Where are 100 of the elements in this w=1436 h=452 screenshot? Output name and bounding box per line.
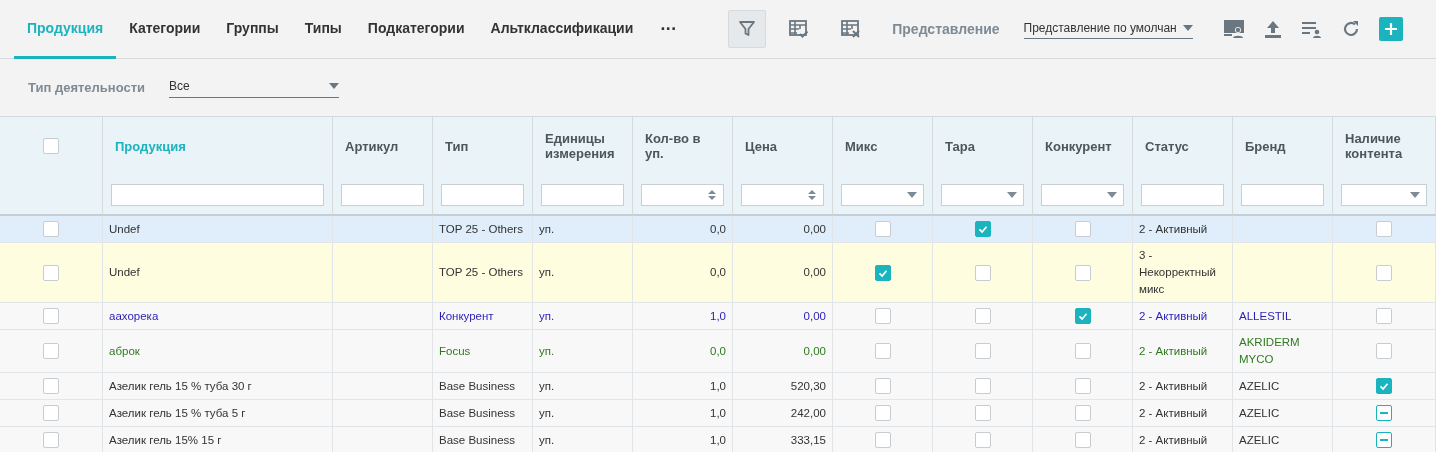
content-checkbox[interactable]: [1376, 221, 1392, 237]
checkbox[interactable]: [874, 221, 891, 237]
table-cell-text: 0,0: [710, 343, 726, 359]
list-user-icon[interactable]: [1300, 20, 1323, 38]
column-header[interactable]: Цена: [745, 138, 777, 154]
tab[interactable]: Типы: [291, 0, 355, 59]
table-cell-text: 2 - Активный: [1139, 221, 1208, 237]
table-cell-text: AKRIDERM MYCO: [1239, 335, 1301, 367]
checkbox[interactable]: [874, 378, 891, 394]
row-checkbox[interactable]: [43, 264, 59, 281]
checkbox[interactable]: [1074, 308, 1091, 324]
checkbox[interactable]: [974, 308, 991, 324]
content-checkbox[interactable]: [1376, 264, 1392, 281]
select-all-checkbox[interactable]: [43, 138, 59, 154]
content-checkbox[interactable]: [1376, 405, 1392, 421]
checkbox[interactable]: [874, 432, 891, 448]
table-cell-text: Undef: [109, 265, 140, 280]
checkbox[interactable]: [874, 405, 891, 421]
column-header[interactable]: Статус: [1145, 138, 1189, 154]
filter-field[interactable]: [1241, 183, 1324, 206]
table-cell-text: 520,30: [790, 378, 826, 394]
tab[interactable]: Альтклассификации: [477, 0, 647, 59]
checkbox[interactable]: [1074, 432, 1091, 448]
filter-icon[interactable]: [728, 10, 767, 48]
table-cell-text: Азелик гель 15% 15 г: [109, 432, 222, 448]
table-cell-text: уп.: [539, 308, 555, 324]
dropdown-filter[interactable]: [941, 183, 1024, 206]
dash-icon: [1380, 439, 1388, 441]
content-checkbox[interactable]: [1376, 432, 1392, 448]
user-card-icon[interactable]: [1222, 19, 1245, 39]
checkbox[interactable]: [974, 343, 991, 359]
content-checkbox[interactable]: [1376, 378, 1392, 394]
row-checkbox[interactable]: [43, 432, 59, 448]
column-header[interactable]: Артикул: [345, 138, 399, 154]
table-cell-text: 3 - Некорректный микс: [1139, 248, 1217, 297]
column-header[interactable]: Бренд: [1245, 138, 1286, 154]
checkbox[interactable]: [1074, 405, 1091, 421]
checkbox[interactable]: [874, 264, 891, 281]
table-cell-text: 2 - Активный: [1139, 405, 1208, 421]
checkbox[interactable]: [1074, 221, 1091, 237]
row-checkbox[interactable]: [43, 405, 59, 421]
content-checkbox[interactable]: [1376, 308, 1392, 324]
table-cell-text: 1,0: [710, 378, 726, 394]
table-cell-text: уп.: [539, 405, 555, 421]
caret-icon: [1182, 25, 1193, 31]
view-label: Представление: [892, 21, 1000, 37]
filter-field[interactable]: [341, 183, 424, 206]
table-cell-text: 2 - Активный: [1139, 343, 1208, 359]
row-checkbox[interactable]: [43, 308, 59, 324]
table-cell-text: 0,00: [803, 265, 826, 280]
column-header[interactable]: Микс: [845, 138, 878, 154]
table-cell-text: 2 - Активный: [1139, 432, 1208, 448]
checkbox[interactable]: [1074, 264, 1091, 281]
checkbox[interactable]: [974, 432, 991, 448]
table-cell-text: Азелик гель 15 % туба 5 г: [109, 405, 246, 421]
table-cell-text: аброк: [109, 343, 140, 359]
number-filter-field[interactable]: [641, 183, 724, 206]
table-cell-text: TOP 25 - Others: [439, 265, 523, 280]
column-header[interactable]: Конкурент: [1045, 138, 1112, 154]
table-cell-text: 0,00: [803, 343, 826, 359]
table-cell-text: Base Business: [439, 405, 516, 421]
checkbox[interactable]: [974, 221, 991, 237]
more-tabs-button[interactable]: ···: [646, 0, 691, 58]
checkbox[interactable]: [874, 343, 891, 359]
column-header[interactable]: Тип: [445, 138, 469, 154]
upload-icon[interactable]: [1262, 19, 1283, 39]
table-cell-text: уп.: [539, 432, 555, 448]
checkbox[interactable]: [974, 378, 991, 394]
checkbox[interactable]: [974, 405, 991, 421]
row-checkbox[interactable]: [43, 221, 59, 237]
dropdown-filter[interactable]: [1041, 183, 1124, 206]
filter-field[interactable]: [111, 183, 324, 206]
plus-icon: [1383, 22, 1398, 36]
add-button[interactable]: [1378, 17, 1403, 41]
row-checkbox[interactable]: [43, 378, 59, 394]
table-cell-text: 1,0: [710, 308, 726, 324]
filter-field[interactable]: [541, 183, 624, 206]
table-cell-text: Base Business: [439, 378, 516, 394]
activity-type-dropdown[interactable]: Все: [169, 77, 340, 98]
checkbox[interactable]: [874, 308, 891, 324]
column-header[interactable]: Тара: [945, 138, 976, 154]
content-checkbox[interactable]: [1376, 343, 1392, 359]
checkbox[interactable]: [974, 264, 991, 281]
filter-field[interactable]: [441, 183, 524, 206]
dropdown-filter[interactable]: [1341, 183, 1427, 206]
tab[interactable]: Подкатегории: [354, 0, 478, 59]
dropdown-filter[interactable]: [841, 183, 924, 206]
table-cell-text: 1,0: [710, 405, 726, 421]
filter-field[interactable]: [1141, 183, 1224, 206]
tab[interactable]: Группы: [213, 0, 292, 59]
checkbox[interactable]: [1074, 378, 1091, 394]
number-filter-field[interactable]: [741, 183, 824, 206]
row-checkbox[interactable]: [43, 343, 59, 359]
view-dropdown[interactable]: Представление по умолчан: [1023, 19, 1193, 39]
table-cell-text: ALLESTIL: [1239, 308, 1292, 324]
table-cell-text: уп.: [539, 221, 555, 237]
tab[interactable]: Категории: [116, 0, 214, 59]
table-cell-text: аахорека: [109, 308, 159, 324]
caret-icon: [1007, 191, 1017, 198]
checkbox[interactable]: [1074, 343, 1091, 359]
